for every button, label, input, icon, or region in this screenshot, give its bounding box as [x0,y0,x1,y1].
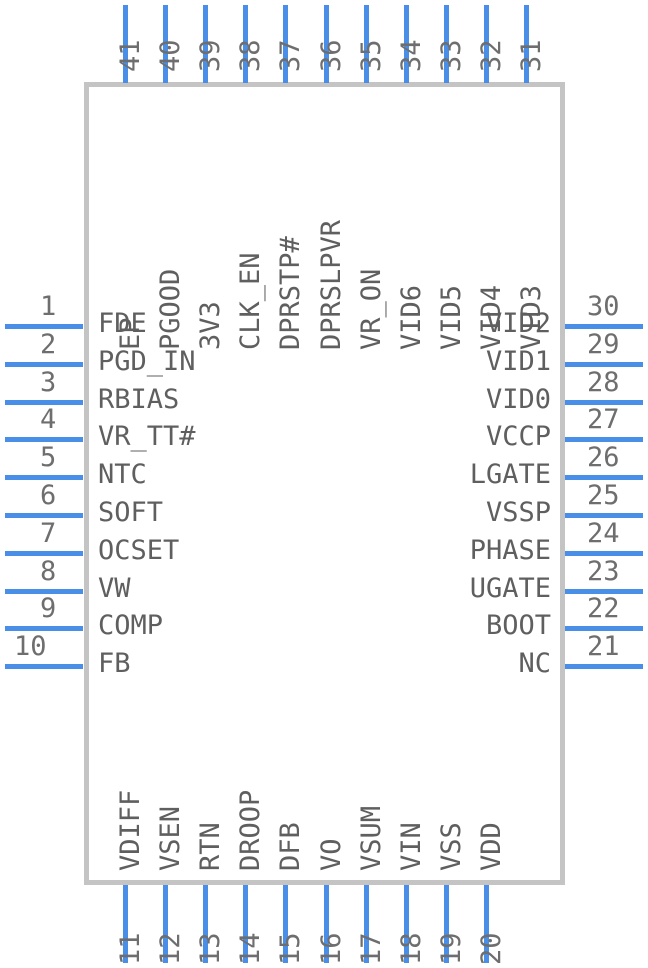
pin-number-16: 16 [315,932,347,965]
pin-number-6: 6 [40,480,57,511]
pin-name-15: DFB [275,822,307,871]
pin-name-30: VID2 [485,308,551,339]
pin-number-10: 10 [14,631,47,663]
pin-name-27: VCCP [485,421,551,453]
pin-number-36: 36 [315,39,347,72]
pin-number-27: 27 [587,404,620,436]
pin-number-37: 37 [275,39,307,72]
pin-name-21: NC [518,648,551,680]
pin-name-22: BOOT [485,610,551,642]
pin-number-29: 29 [587,328,620,360]
pin-number-39: 39 [195,39,227,72]
pin-number-17: 17 [355,932,387,965]
pin-number-4: 4 [40,404,57,436]
pin-number-40: 40 [155,39,187,72]
pin-number-20: 20 [475,932,507,965]
pin-number-12: 12 [155,932,187,965]
pin-number-35: 35 [355,39,387,72]
pin-name-20: VDD [475,822,507,871]
pin-number-15: 15 [275,932,307,965]
pin-number-26: 26 [587,442,620,474]
pin-name-18: VIN [395,822,427,871]
pin-number-34: 34 [395,39,427,72]
pin-name-28: VID0 [485,383,551,415]
pin-number-38: 38 [235,39,267,72]
pin-number-14: 14 [235,932,267,965]
pin-number-23: 23 [587,555,620,587]
pin-number-11: 11 [115,932,146,965]
ic-pinout-diagram: 41 40 39 38 37 36 35 34 33 32 31 EP PGOOD 3V3 CLK_EN DP… [0,0,648,968]
pin-number-33: 33 [435,39,467,72]
pin-name-24: PHASE [469,534,551,566]
pin-number-24: 24 [587,517,620,549]
pin-name-16: VO [315,838,347,871]
pin-name-29: VID1 [485,345,551,377]
pin-number-3: 3 [40,366,57,398]
pin-lead-21[interactable] [565,664,643,670]
pin-number-18: 18 [395,932,427,965]
pin-lead-10[interactable] [5,664,83,670]
pin-number-28: 28 [587,366,620,398]
pin-number-7: 7 [40,517,57,549]
pin-name-12: VSEN [155,805,187,871]
pin-name-14: DROOP [235,789,267,871]
pin-number-19: 19 [435,932,467,965]
pin-number-8: 8 [40,555,57,587]
pin-number-13: 13 [195,932,227,965]
pin-number-31: 31 [516,39,547,72]
pin-number-30: 30 [587,291,620,322]
pin-name-19: VSS [435,822,467,871]
pin-number-32: 32 [475,39,507,72]
pin-number-41: 41 [115,39,146,72]
pin-name-17: VSUM [355,805,387,871]
pin-name-11: VDIFF [115,789,146,871]
pin-number-9: 9 [40,593,57,625]
pin-name-25: VSSP [485,497,551,528]
pin-name-23: UGATE [469,572,551,604]
pin-name-13: RTN [195,822,227,871]
pin-number-2: 2 [40,328,57,360]
pin-number-5: 5 [40,442,57,474]
pin-number-1: 1 [40,291,57,322]
pin-number-22: 22 [587,593,620,625]
pin-name-26: LGATE [469,459,551,491]
pin-number-25: 25 [587,480,620,511]
pin-number-21: 21 [587,631,620,663]
